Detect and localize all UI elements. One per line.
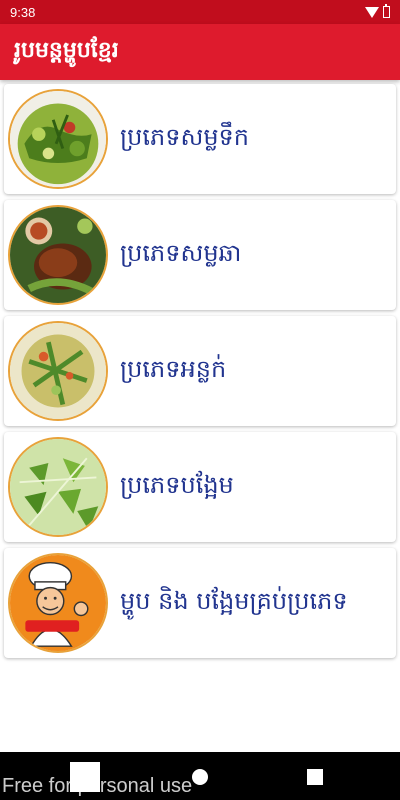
soup-dish-icon [8,89,108,189]
recents-button[interactable] [307,769,323,785]
category-label: ប្រភេទសម្លទឹក [120,122,250,151]
category-card-stir-fry[interactable]: ប្រភេទសម្លឆា [4,200,396,310]
app-title: រូបមន្តម្ហូបខ្មែរ [14,38,119,63]
category-label: ប្រភេទបង្អែម [120,470,234,499]
wifi-icon [365,6,379,18]
grilled-chicken-icon [8,205,108,305]
home-button[interactable] [192,769,208,785]
category-label: ម្ហូប និង បង្អែមគ្រប់ប្រភេទ [120,586,348,615]
status-time: 9:38 [10,4,36,20]
status-icons [365,4,390,18]
category-card-vegetables[interactable]: ប្រភេទអន្លក់ [4,316,396,426]
category-card-soup[interactable]: ប្រភេទសម្លទឹក [4,84,396,194]
category-card-all[interactable]: ម្ហូប និង បង្អែមគ្រប់ប្រភេទ [4,548,396,658]
navigation-bar: Free for personal use [0,752,400,800]
watermark: Free for personal use [2,775,193,797]
status-bar: 9:38 [0,0,400,24]
fresh-vegetables-icon [8,321,108,421]
category-card-dessert[interactable]: ប្រភេទបង្អែម [4,432,396,542]
category-label: ប្រភេទសម្លឆា [120,238,242,267]
battery-icon [383,4,390,18]
app-bar: រូបមន្តម្ហូបខ្មែរ [0,24,400,80]
dessert-icon [8,437,108,537]
category-label: ប្រភេទអន្លក់ [120,354,227,383]
category-list: ប្រភេទសម្លទឹក ប្រភេទសម្លឆា ប្រភេទអន្លក់ … [4,84,396,664]
chef-icon [8,553,108,653]
